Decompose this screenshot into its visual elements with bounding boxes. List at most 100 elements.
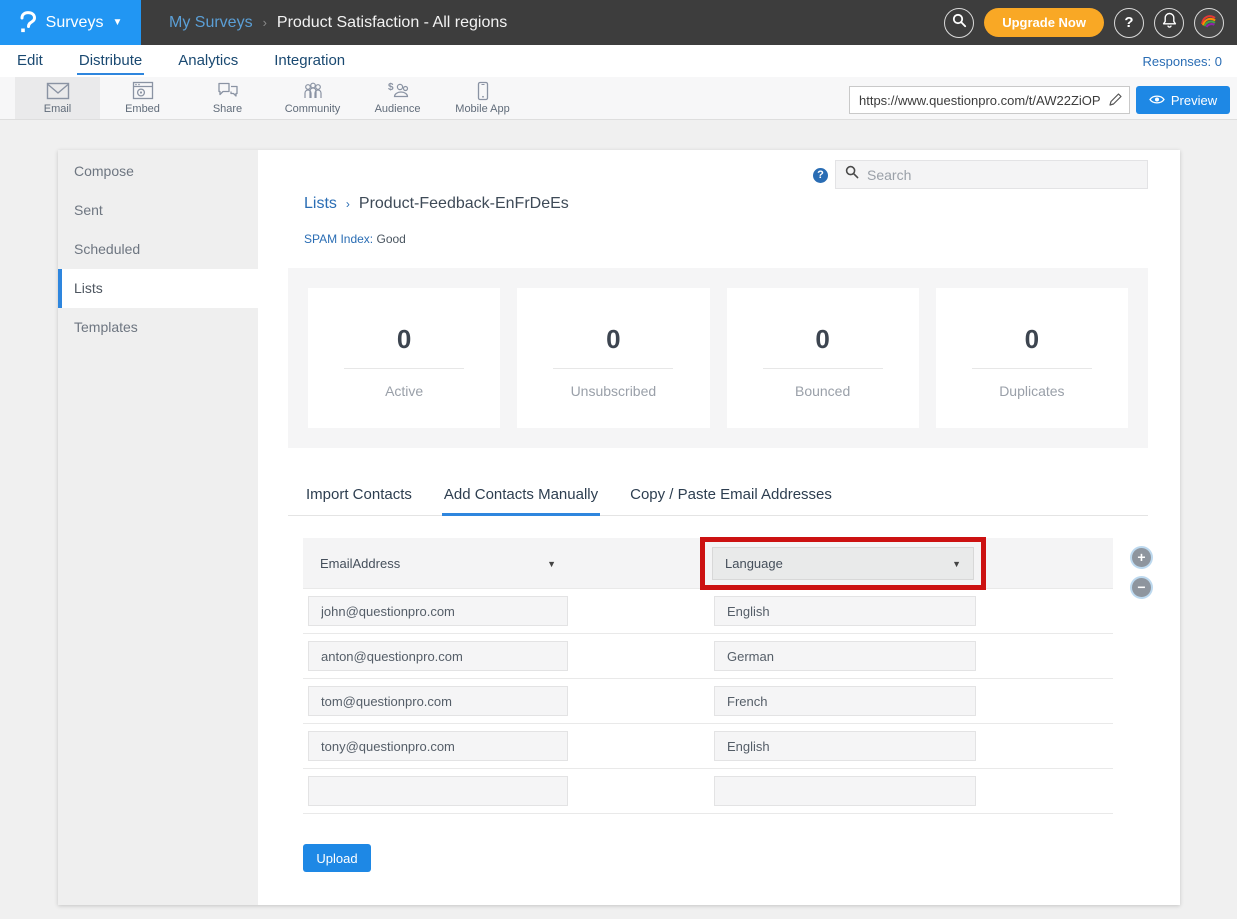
table-row [303,634,1113,679]
contacts-table: EmailAddress ▼ Language ▼ [303,538,1113,814]
stat-card-duplicates[interactable]: 0 Duplicates [936,288,1128,428]
avatar[interactable] [1194,8,1224,38]
sidebar-item-lists[interactable]: Lists [58,269,258,308]
distribute-toolbar: Email Embed Share Community $ Audience M… [0,77,1237,120]
breadcrumb-list-name: Product-Feedback-EnFrDeEs [359,195,569,213]
table-row [303,769,1113,814]
email-input[interactable] [308,776,568,806]
table-row [303,679,1113,724]
upload-button[interactable]: Upload [303,844,371,872]
language-column-highlight: Language ▼ [700,537,986,590]
stat-label: Active [308,383,500,399]
list-breadcrumb: Lists › Product-Feedback-EnFrDeEs [304,195,569,213]
chat-bubbles-icon [216,81,240,101]
toolbar-item-label: Email [44,103,72,115]
language-input[interactable] [714,641,976,671]
logo-product-label: Surveys [46,14,104,32]
edit-pencil-icon[interactable] [1108,92,1123,112]
email-input[interactable] [308,596,568,626]
toolbar-item-audience[interactable]: $ Audience [355,77,440,119]
preview-label: Preview [1171,93,1217,108]
sidebar-item-sent[interactable]: Sent [58,191,258,230]
sidebar-item-scheduled[interactable]: Scheduled [58,230,258,269]
stat-divider [972,368,1092,369]
stat-value: 0 [727,324,919,355]
breadcrumb-lists-link[interactable]: Lists [304,195,337,213]
tab-edit[interactable]: Edit [15,47,45,75]
toolbar-item-share[interactable]: Share [185,77,270,119]
chevron-down-icon: ▼ [112,17,122,28]
context-help-icon[interactable]: ? [813,168,828,183]
people-group-icon [300,81,326,101]
stat-divider [553,368,673,369]
stat-card-active[interactable]: 0 Active [308,288,500,428]
bell-icon [1162,12,1177,33]
survey-url-input[interactable] [849,86,1130,114]
preview-button[interactable]: Preview [1136,86,1230,114]
toolbar-item-label: Embed [125,103,160,115]
spam-index: SPAM Index: Good [304,232,406,246]
help-button[interactable]: ? [1114,8,1144,38]
email-input[interactable] [308,731,568,761]
stat-divider [763,368,883,369]
breadcrumb-my-surveys[interactable]: My Surveys [169,14,253,32]
toolbar-item-mobile-app[interactable]: Mobile App [440,77,525,119]
toolbar-item-label: Audience [375,103,421,115]
tab-copy-paste-email[interactable]: Copy / Paste Email Addresses [628,480,834,516]
search-button[interactable] [944,8,974,38]
email-sidebar: Compose Sent Scheduled Lists Templates [58,150,258,905]
stat-label: Unsubscribed [517,383,709,399]
tab-integration[interactable]: Integration [272,47,347,75]
chevron-down-icon: ▼ [952,559,961,569]
responses-count[interactable]: Responses: 0 [1143,54,1223,69]
add-row-button[interactable]: + [1132,548,1151,567]
search-icon [952,13,967,33]
language-input[interactable] [714,776,976,806]
email-column-label: EmailAddress [320,556,400,571]
toolbar-item-embed[interactable]: Embed [100,77,185,119]
search-input[interactable] [867,167,1138,183]
survey-nav-tabs: Edit Distribute Analytics Integration Re… [0,45,1237,77]
email-column-select[interactable]: EmailAddress ▼ [308,548,568,579]
email-input[interactable] [308,686,568,716]
questionpro-logo-icon [19,11,37,35]
email-input[interactable] [308,641,568,671]
email-lists-panel: Compose Sent Scheduled Lists Templates ?… [58,150,1180,905]
language-input[interactable] [714,731,976,761]
stat-card-unsubscribed[interactable]: 0 Unsubscribed [517,288,709,428]
breadcrumb-survey-title: Product Satisfaction - All regions [277,14,507,32]
remove-row-button[interactable]: − [1132,578,1151,597]
toolbar-item-label: Mobile App [455,103,509,115]
top-bar: Surveys ▼ My Surveys › Product Satisfact… [0,0,1237,45]
embed-browser-icon [131,81,155,101]
notifications-button[interactable] [1154,8,1184,38]
tab-analytics[interactable]: Analytics [176,47,240,75]
language-input[interactable] [714,686,976,716]
tab-distribute[interactable]: Distribute [77,47,144,75]
topbar-actions: Upgrade Now ? [944,8,1237,38]
mobile-phone-icon [476,81,490,101]
help-icon: ? [1124,14,1133,31]
language-column-select[interactable]: Language ▼ [712,547,974,580]
stat-label: Duplicates [936,383,1128,399]
avatar-rainbow-logo-icon [1200,12,1218,33]
stat-value: 0 [936,324,1128,355]
table-row [303,724,1113,769]
stat-divider [344,368,464,369]
tab-import-contacts[interactable]: Import Contacts [304,480,414,516]
spam-index-value: Good [376,232,405,246]
surveys-product-menu[interactable]: Surveys ▼ [0,0,141,45]
breadcrumb-separator: › [346,197,350,211]
spam-index-label: SPAM Index: [304,232,373,246]
list-search-box [835,160,1148,189]
toolbar-item-community[interactable]: Community [270,77,355,119]
contacts-tabs: Import Contacts Add Contacts Manually Co… [288,480,1148,516]
upgrade-now-button[interactable]: Upgrade Now [984,8,1104,37]
tab-add-contacts-manually[interactable]: Add Contacts Manually [442,480,600,516]
language-input[interactable] [714,596,976,626]
sidebar-item-templates[interactable]: Templates [58,308,258,347]
toolbar-item-email[interactable]: Email [15,77,100,119]
sidebar-item-compose[interactable]: Compose [58,152,258,191]
stat-card-bounced[interactable]: 0 Bounced [727,288,919,428]
list-detail-content: ? Lists › Product-Feedback-EnFrDeEs SPAM… [258,150,1180,905]
